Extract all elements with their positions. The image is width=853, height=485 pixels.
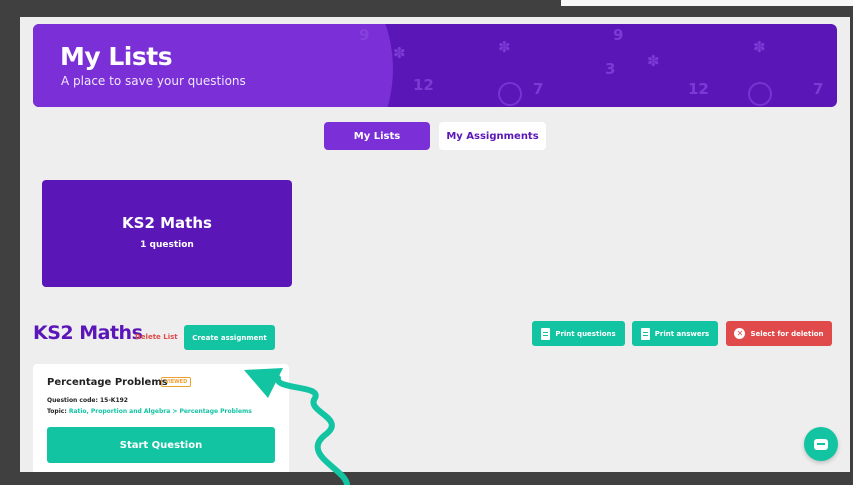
print-questions-label: Print questions [555, 329, 616, 338]
question-code-label: Question code: [47, 397, 98, 404]
question-topic-link[interactable]: Ratio, Proportion and Algebra > Percenta… [69, 408, 252, 415]
decor-number: 9 [613, 26, 624, 44]
decor-number: 12 [688, 80, 709, 98]
print-questions-button[interactable]: Print questions [532, 321, 625, 346]
header-banner: 9 12 7 3 9 12 7 ✽ ✽ ✽ ✽ My Lists A place… [33, 24, 837, 107]
list-heading: KS2 Maths [33, 322, 143, 344]
tab-my-lists[interactable]: My Lists [324, 122, 430, 150]
document-icon [541, 327, 551, 340]
page-title: My Lists [60, 42, 173, 71]
select-for-deletion-button[interactable]: ✕ Select for deletion [726, 321, 832, 346]
question-title: Percentage Problems [47, 377, 168, 388]
list-card-title: KS2 Maths [122, 214, 212, 232]
decor-flower-icon: ✽ [753, 38, 766, 56]
decor-badge-icon [498, 82, 522, 106]
tab-my-assignments[interactable]: My Assignments [439, 122, 546, 150]
decor-flower-icon: ✽ [647, 52, 660, 70]
decor-number: 9 [359, 26, 370, 44]
select-for-deletion-label: Select for deletion [750, 329, 824, 338]
decor-number: 7 [813, 80, 824, 98]
browser-area [561, 0, 853, 6]
page-subtitle: A place to save your questions [61, 74, 246, 88]
question-code: Question code: 15-K192 [47, 397, 128, 404]
question-code-value: 15-K192 [99, 397, 128, 404]
start-question-button[interactable]: Start Question [47, 427, 275, 463]
decor-flower-icon: ✽ [498, 38, 511, 56]
question-topic-label: Topic: [47, 408, 67, 415]
decor-flower-icon: ✽ [393, 44, 406, 62]
list-card-count: 1 question [140, 240, 194, 250]
close-circle-icon: ✕ [734, 328, 746, 339]
remove-question-icon[interactable]: ✕ [264, 385, 272, 395]
viewed-badge: VIEWED [161, 377, 192, 387]
print-answers-label: Print answers [654, 329, 710, 338]
document-icon [640, 327, 650, 340]
chat-button[interactable] [804, 427, 838, 461]
decor-number: 12 [413, 76, 434, 94]
delete-list-link[interactable]: Delete List [135, 333, 178, 341]
decor-number: 7 [533, 80, 544, 98]
print-answers-button[interactable]: Print answers [632, 321, 718, 346]
create-assignment-button[interactable]: Create assignment [184, 325, 275, 350]
question-card: Percentage Problems VIEWED ✕ Question co… [33, 364, 289, 472]
chat-icon [814, 438, 828, 450]
decor-badge-icon [748, 82, 772, 106]
decor-number: 3 [605, 60, 616, 78]
question-topic: Topic: Ratio, Proportion and Algebra > P… [47, 408, 252, 415]
page-frame: 9 12 7 3 9 12 7 ✽ ✽ ✽ ✽ My Lists A place… [20, 17, 850, 472]
list-card[interactable]: KS2 Maths 1 question [42, 180, 292, 287]
